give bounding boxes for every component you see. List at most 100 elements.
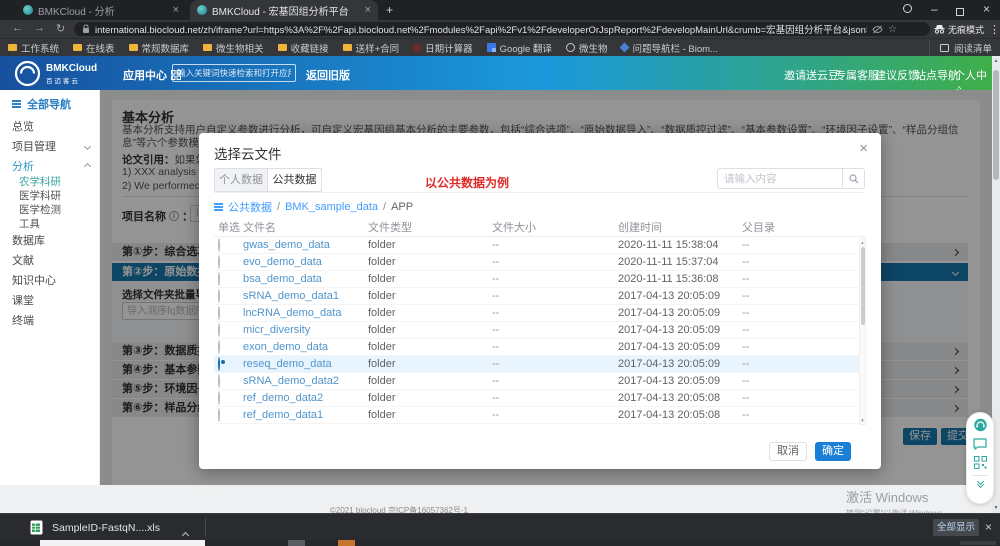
- bookmark-item[interactable]: 问题导航栏 - Biom...: [621, 41, 718, 55]
- bookmark-item[interactable]: 工作系统: [8, 41, 59, 55]
- table-row[interactable]: ref_demo_data1folder--2017-04-13 20:05:0…: [214, 407, 866, 424]
- radio-button[interactable]: [218, 306, 220, 320]
- sidebar-subitem-medical-research[interactable]: 医学科研: [19, 188, 61, 203]
- support-link[interactable]: 专属客服: [835, 67, 879, 83]
- file-name[interactable]: ref_demo_data1: [243, 409, 368, 421]
- eye-off-icon[interactable]: [872, 25, 883, 34]
- table-row[interactable]: gwas_demo_datafolder--2020-11-11 15:38:0…: [214, 237, 866, 254]
- back-to-old-link[interactable]: 返回旧版: [306, 67, 350, 83]
- record-icon[interactable]: [903, 2, 912, 16]
- browser-tab-1[interactable]: BMKCloud - 分析 ×: [16, 0, 186, 20]
- customer-service-icon[interactable]: [973, 418, 988, 432]
- table-row[interactable]: ref_demo_data2folder--2017-04-13 20:05:0…: [214, 390, 866, 407]
- file-name[interactable]: reseq_demo_data: [243, 358, 368, 370]
- bookmark-item[interactable]: 微生物: [566, 41, 608, 55]
- radio-button[interactable]: [218, 272, 220, 286]
- maximize-icon[interactable]: [956, 5, 964, 19]
- sidebar-nav-all[interactable]: 全部导航: [12, 96, 71, 112]
- shelf-close-icon[interactable]: ×: [985, 520, 992, 534]
- table-row[interactable]: lncRNA_demo_datafolder--2017-04-13 20:05…: [214, 305, 866, 322]
- file-name[interactable]: ref_demo_data2: [243, 392, 368, 404]
- scroll-down-icon[interactable]: ▼: [860, 418, 865, 423]
- feedback-link[interactable]: 建议反馈: [875, 67, 919, 83]
- scroll-down-icon[interactable]: ▼: [992, 505, 1000, 511]
- file-name[interactable]: sRNA_demo_data1: [243, 290, 368, 302]
- sitemap-link[interactable]: 站点导航: [915, 67, 959, 83]
- qrcode-icon[interactable]: [974, 456, 987, 469]
- sidebar-subitem-medical-test[interactable]: 医学检测: [19, 202, 61, 217]
- scroll-up-icon[interactable]: ▲: [860, 240, 865, 245]
- browser-tab-2-active[interactable]: BMKCloud - 宏基因组分析平台 ×: [190, 0, 378, 20]
- sidebar-subitem-tools[interactable]: 工具: [19, 216, 40, 231]
- tab-public-data[interactable]: 公共数据: [268, 168, 322, 192]
- sidebar-item-analysis[interactable]: 分析: [12, 158, 90, 174]
- bookmark-item[interactable]: Google 翻译: [487, 41, 552, 55]
- minimize-icon[interactable]: –: [931, 2, 938, 16]
- scroll-up-icon[interactable]: ▲: [992, 58, 1000, 64]
- sidebar-item-knowledge[interactable]: 知识中心: [12, 272, 56, 288]
- radio-button[interactable]: [218, 391, 220, 405]
- scrollbar-thumb[interactable]: [861, 247, 865, 325]
- file-name[interactable]: lncRNA_demo_data: [243, 307, 368, 319]
- invite-link[interactable]: 邀请送云豆: [784, 67, 839, 83]
- close-icon[interactable]: ×: [859, 140, 868, 157]
- file-name[interactable]: evo_demo_data: [243, 256, 368, 268]
- file-search-box[interactable]: [717, 168, 865, 189]
- sidebar-item-database[interactable]: 数据库: [12, 232, 45, 248]
- bookmark-item[interactable]: 常规数据库: [129, 41, 190, 55]
- radio-button[interactable]: [218, 238, 220, 252]
- bookmark-item[interactable]: 微生物相关: [203, 41, 264, 55]
- sidebar-subitem-agri[interactable]: 农学科研: [19, 174, 61, 189]
- tab-close-icon[interactable]: ×: [365, 4, 371, 16]
- file-name[interactable]: gwas_demo_data: [243, 239, 368, 251]
- header-search-input[interactable]: [172, 64, 296, 82]
- table-row[interactable]: evo_demo_datafolder--2020-11-11 15:37:04…: [214, 254, 866, 271]
- bookmark-item[interactable]: 送样+合同: [343, 41, 400, 55]
- tab-close-icon[interactable]: ×: [173, 4, 179, 16]
- close-icon[interactable]: ×: [983, 2, 990, 16]
- taskbar-app-icon[interactable]: [338, 540, 355, 546]
- kebab-menu-icon[interactable]: ⋮: [989, 23, 1000, 36]
- new-tab-icon[interactable]: +: [386, 3, 393, 17]
- table-row[interactable]: micr_diversityfolder--2017-04-13 20:05:0…: [214, 322, 866, 339]
- chat-icon[interactable]: [973, 438, 987, 450]
- taskbar-search-box[interactable]: [40, 540, 205, 546]
- cancel-button[interactable]: 取消: [769, 442, 807, 461]
- radio-button[interactable]: [218, 340, 220, 354]
- search-button[interactable]: [842, 169, 864, 188]
- sidebar-item-project-mgmt[interactable]: 项目管理: [12, 138, 90, 154]
- reload-icon[interactable]: ↻: [56, 22, 65, 35]
- radio-button[interactable]: [218, 289, 220, 303]
- file-name[interactable]: micr_diversity: [243, 324, 368, 336]
- star-icon[interactable]: ☆: [888, 24, 897, 35]
- table-row-selected[interactable]: reseq_demo_datafolder--2017-04-13 20:05:…: [214, 356, 866, 373]
- sidebar-item-terminal[interactable]: 终端: [12, 312, 34, 328]
- scrollbar-thumb[interactable]: [993, 70, 999, 180]
- file-name[interactable]: exon_demo_data: [243, 341, 368, 353]
- bookmark-item[interactable]: 日期计算器: [413, 41, 473, 55]
- taskbar-app-icon[interactable]: [288, 540, 305, 546]
- downloaded-file-name[interactable]: SampleID-FastqN....xls: [52, 522, 160, 534]
- radio-button-selected[interactable]: [218, 357, 220, 371]
- file-name[interactable]: sRNA_demo_data2: [243, 375, 368, 387]
- file-search-input[interactable]: [718, 169, 842, 188]
- show-all-button[interactable]: 全部显示: [933, 519, 979, 536]
- breadcrumb-public-data[interactable]: 公共数据: [228, 199, 272, 215]
- tab-personal-data[interactable]: 个人数据: [214, 168, 268, 192]
- bookmark-item[interactable]: 在线表: [73, 41, 115, 55]
- file-name[interactable]: bsa_demo_data: [243, 273, 368, 285]
- breadcrumb-bmk-sample-data[interactable]: BMK_sample_data: [285, 201, 378, 213]
- table-row[interactable]: exon_demo_datafolder--2017-04-13 20:05:0…: [214, 339, 866, 356]
- back-icon[interactable]: ←: [12, 22, 23, 34]
- table-row[interactable]: sRNA_demo_data1folder--2017-04-13 20:05:…: [214, 288, 866, 305]
- reading-list-button[interactable]: 阅读清单: [929, 41, 992, 55]
- sidebar-item-classroom[interactable]: 课堂: [12, 292, 34, 308]
- radio-button[interactable]: [218, 323, 220, 337]
- radio-button[interactable]: [218, 255, 220, 269]
- forward-icon[interactable]: →: [34, 22, 45, 34]
- sidebar-item-overview[interactable]: 总览: [12, 118, 34, 134]
- radio-button[interactable]: [218, 374, 220, 388]
- sidebar-item-literature[interactable]: 文献: [12, 252, 34, 268]
- table-row[interactable]: sRNA_demo_data2folder--2017-04-13 20:05:…: [214, 373, 866, 390]
- url-bar[interactable]: international.biocloud.net/zh/iframe?url…: [74, 22, 930, 36]
